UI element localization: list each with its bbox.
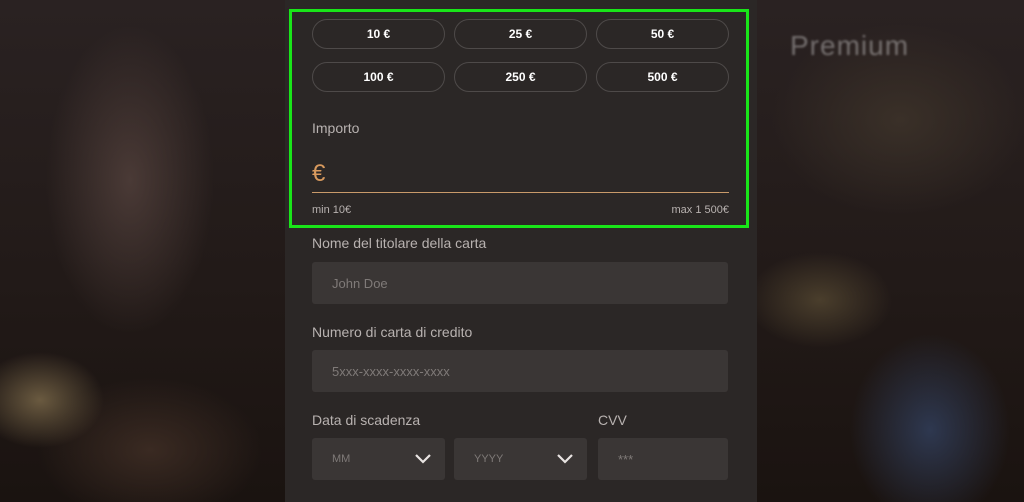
card-number-label: Numero di carta di credito — [312, 324, 473, 340]
chevron-down-icon — [415, 454, 431, 464]
expiry-month-select[interactable]: MM — [312, 438, 445, 480]
highlight-box — [289, 9, 749, 228]
expiry-year-select[interactable]: YYYY — [454, 438, 587, 480]
card-number-input[interactable] — [312, 350, 728, 392]
expiry-month-placeholder: MM — [332, 453, 351, 465]
cvv-input[interactable] — [598, 438, 728, 480]
cardholder-input[interactable] — [312, 262, 728, 304]
background-brand-text: Premium — [790, 30, 910, 61]
chevron-down-icon — [557, 454, 573, 464]
cvv-label: CVV — [598, 412, 627, 428]
expiry-label: Data di scadenza — [312, 412, 421, 428]
cardholder-label: Nome del titolare della carta — [312, 235, 487, 251]
expiry-year-placeholder: YYYY — [474, 453, 504, 465]
